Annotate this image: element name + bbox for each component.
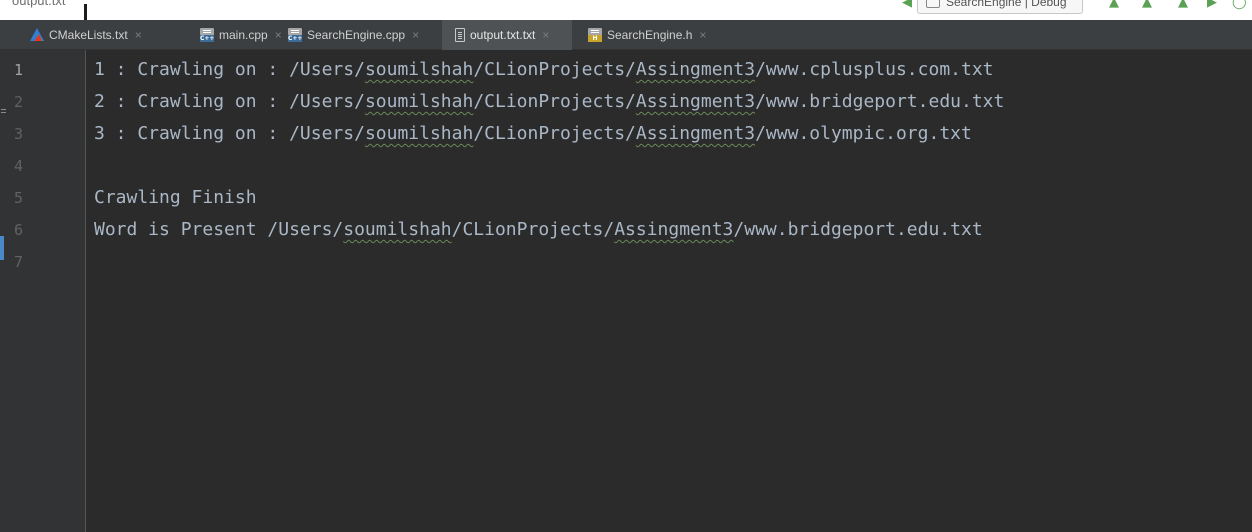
editor-tab-bar: CMakeLists.txt × C++ main.cpp × C++ Sear… <box>0 20 1252 50</box>
line-number: 2 <box>14 93 24 111</box>
run-with-coverage-icon[interactable]: ▶ <box>1207 0 1217 10</box>
line-numbers: 1 2 3 4 5 6 7 <box>0 58 86 282</box>
cpp-file-icon: C++ <box>200 28 214 42</box>
code-line[interactable]: 1 : Crawling on : /Users/soumilshah/CLio… <box>94 58 1244 90</box>
line-text: /www.bridgeport.edu.txt <box>755 91 1005 112</box>
top-toolbar: output.txt SearchEngine | Debug ◀ ▲ ▲ ▲ … <box>0 0 1252 20</box>
typo-word: Assingment3 <box>635 123 756 144</box>
line-text: /CLionProjects/ <box>473 123 636 144</box>
typo-word: soumilshah <box>364 123 474 144</box>
line-text: Word is Present /Users/ <box>94 219 344 240</box>
code-line[interactable]: 2 : Crawling on : /Users/soumilshah/CLio… <box>94 90 1244 122</box>
header-file-icon: H <box>588 28 602 42</box>
line-text: 1 : Crawling on : /Users/ <box>94 59 365 80</box>
back-arrow-icon[interactable]: ◀ <box>902 0 912 10</box>
typo-word: Assingment3 <box>635 91 756 112</box>
debug-bug-icon[interactable]: ▲ <box>1178 0 1188 10</box>
configuration-icon <box>926 0 940 8</box>
typo-word: Assingment3 <box>635 59 756 80</box>
typo-word: Assingment3 <box>614 219 734 240</box>
line-text: /CLionProjects/ <box>473 59 636 80</box>
code-line[interactable]: 3 : Crawling on : /Users/soumilshah/CLio… <box>94 122 1244 154</box>
text-file-icon <box>455 28 465 42</box>
tab-label: SearchEngine.cpp <box>307 28 406 42</box>
cursor-marker <box>84 4 87 20</box>
line-number: 6 <box>14 221 24 239</box>
line-text: /CLionProjects/ <box>473 91 636 112</box>
tab-main-cpp[interactable]: C++ main.cpp × <box>184 20 284 50</box>
line-text: 2 : Crawling on : /Users/ <box>94 91 365 112</box>
code-line[interactable]: Word is Present /Users/soumilshah/CLionP… <box>94 218 1244 250</box>
line-number: 7 <box>14 253 24 271</box>
profile-icon[interactable]: ◯ <box>1232 0 1247 10</box>
run-configuration-selector[interactable]: SearchEngine | Debug <box>917 0 1083 14</box>
line-number: 4 <box>14 157 24 175</box>
code-line[interactable]: Crawling Finish <box>94 186 1244 218</box>
tab-searchengine-h[interactable]: H SearchEngine.h × <box>572 20 742 50</box>
close-icon[interactable]: × <box>542 28 549 42</box>
line-number: 3 <box>14 125 24 143</box>
tab-searchengine-cpp[interactable]: C++ SearchEngine.cpp × <box>284 20 440 50</box>
tab-label: output.txt.txt <box>470 28 536 42</box>
line-text: /www.bridgeport.edu.txt <box>733 219 983 240</box>
close-icon[interactable]: × <box>275 28 282 42</box>
close-icon[interactable]: × <box>699 28 706 42</box>
code-line[interactable] <box>94 154 1244 186</box>
tab-label: main.cpp <box>219 28 268 42</box>
line-text: /www.olympic.org.txt <box>755 123 972 144</box>
line-number: 5 <box>14 189 24 207</box>
line-text: 3 : Crawling on : /Users/ <box>94 123 365 144</box>
typo-word: soumilshah <box>343 219 452 240</box>
tab-label: CMakeLists.txt <box>49 28 128 42</box>
line-text: /CLionProjects/ <box>451 219 615 240</box>
run-configuration-label: SearchEngine | Debug <box>946 0 1067 9</box>
typo-word: soumilshah <box>364 91 474 112</box>
close-icon[interactable]: × <box>135 28 142 42</box>
run-icon[interactable]: ▲ <box>1142 0 1152 10</box>
cpp-file-icon: C++ <box>288 28 302 42</box>
build-hammer-icon[interactable]: ▲ <box>1109 0 1119 10</box>
cmake-icon <box>30 28 44 42</box>
close-icon[interactable]: × <box>412 28 419 42</box>
navigation-crumb[interactable]: output.txt <box>12 0 65 8</box>
tab-cmakelists[interactable]: CMakeLists.txt × <box>16 20 184 50</box>
tab-output-txt[interactable]: output.txt.txt × <box>442 20 572 50</box>
code-line[interactable] <box>94 250 1244 282</box>
editor-text-area[interactable]: 1 : Crawling on : /Users/soumilshah/CLio… <box>94 58 1244 282</box>
typo-word: soumilshah <box>364 59 474 80</box>
line-number: 1 <box>14 61 24 79</box>
line-text: /www.cplusplus.com.txt <box>755 59 994 80</box>
tab-label: SearchEngine.h <box>607 28 693 42</box>
